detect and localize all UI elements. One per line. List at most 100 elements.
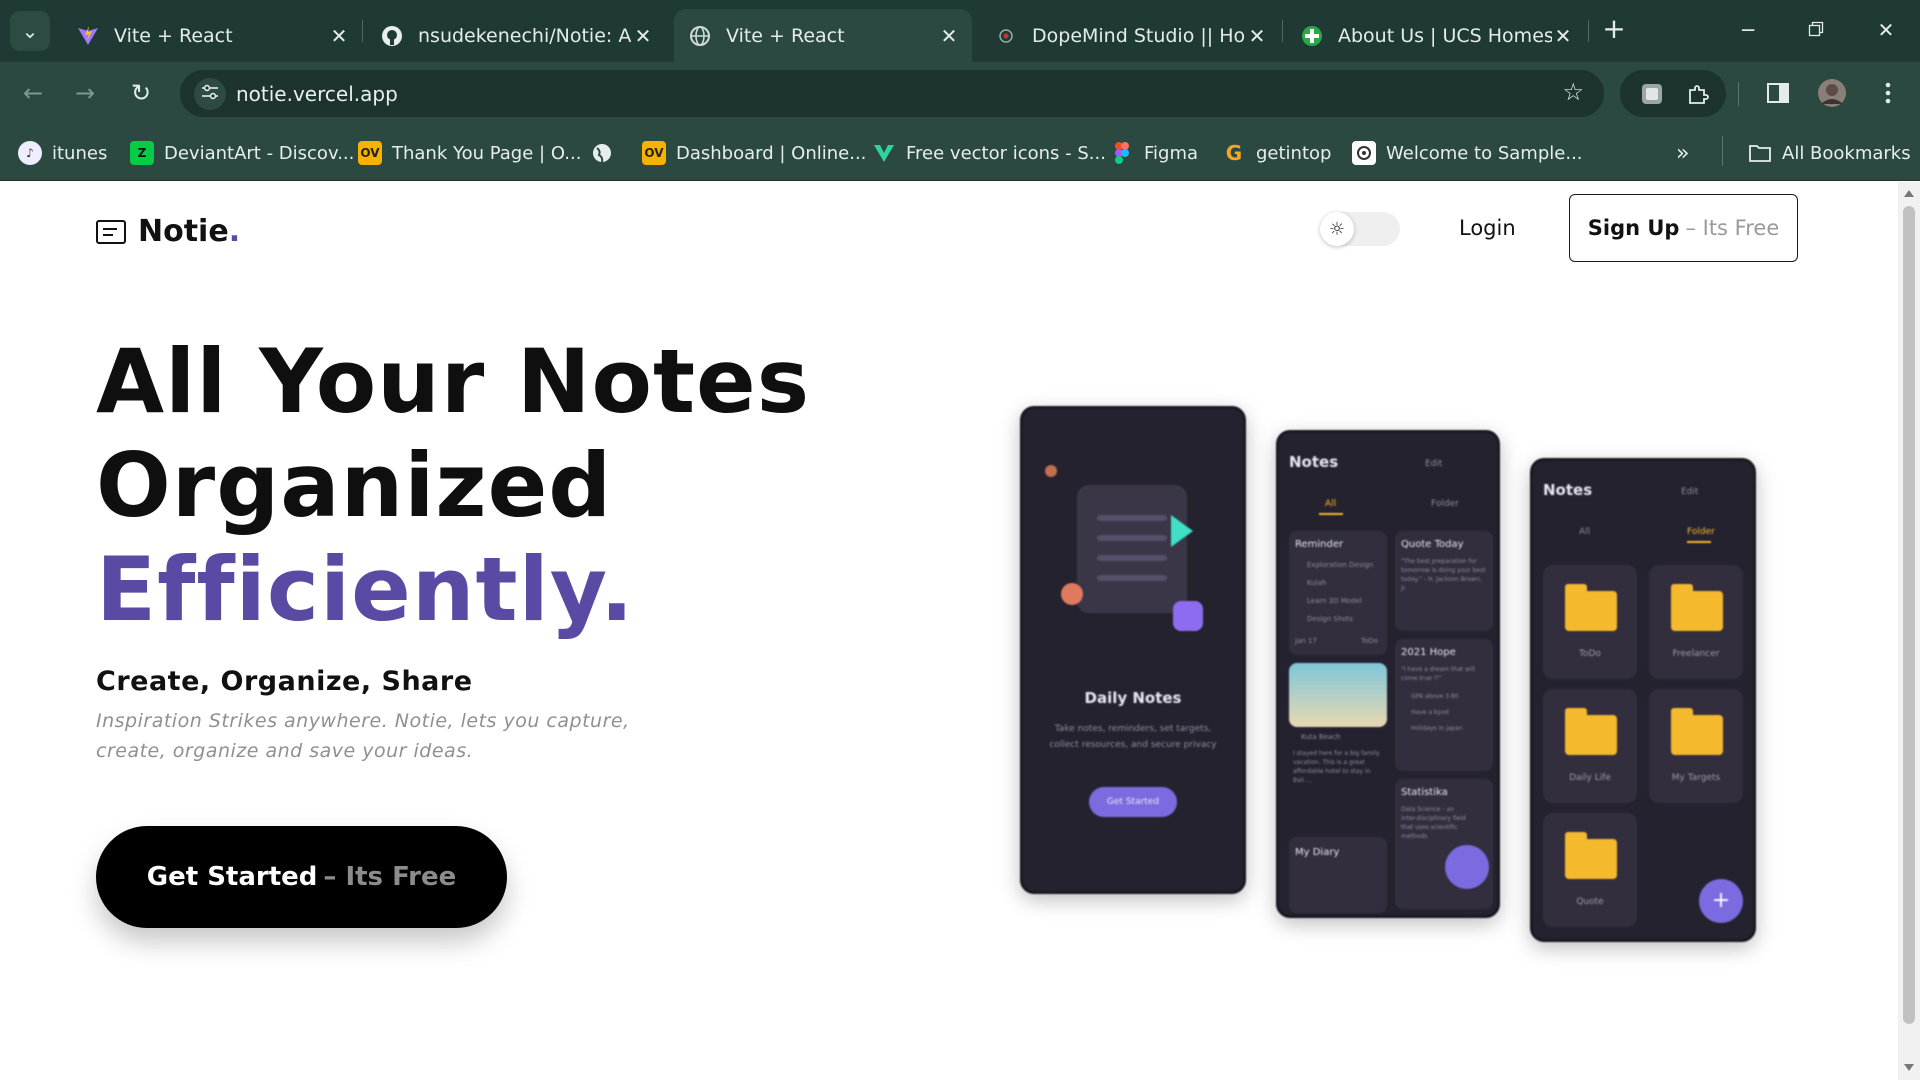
side-panel-icon[interactable] xyxy=(1760,75,1796,111)
bookmark-label: Free vector icons - S... xyxy=(906,142,1106,164)
bookmark-figma[interactable]: Figma xyxy=(1110,139,1198,167)
bookmark-star-icon[interactable]: ☆ xyxy=(1562,78,1584,106)
close-icon[interactable]: ✕ xyxy=(632,24,654,48)
forward-button[interactable]: → xyxy=(66,74,104,112)
url-text[interactable]: notie.vercel.app xyxy=(236,82,398,106)
tab-github-notie[interactable]: nsudekenechi/Notie: An ✕ xyxy=(366,9,666,62)
planet-icon xyxy=(1045,465,1057,477)
cta-sublabel: – Its Free xyxy=(323,862,457,892)
github-icon xyxy=(380,24,404,48)
statistika-card: Statistika Data Science - an inter-disci… xyxy=(1395,779,1493,909)
back-button[interactable]: ← xyxy=(14,74,52,112)
all-bookmarks-button[interactable]: All Bookmarks xyxy=(1748,139,1911,167)
site-info-button[interactable] xyxy=(194,78,226,110)
plus-icon: + xyxy=(1602,12,1626,45)
bookmark-dashboard[interactable]: OV Dashboard | Online... xyxy=(642,139,866,167)
tab-title: nsudekenechi/Notie: An xyxy=(418,24,632,47)
phone2-title: Notes xyxy=(1289,453,1339,471)
bookmark-label: Figma xyxy=(1144,142,1199,164)
tab-divider xyxy=(362,20,363,42)
arrow-left-icon: ← xyxy=(22,79,44,107)
hope-card: 2021 Hope "I have a dream that will come… xyxy=(1395,639,1493,771)
bookmark-deviantart[interactable]: Z DeviantArt - Discov... xyxy=(130,139,354,167)
tab-divider xyxy=(1282,20,1283,42)
web-page: Notie . ☼ Login Sign Up – Its Free All Y… xyxy=(0,182,1898,1080)
avatar[interactable] xyxy=(1814,75,1850,111)
minimize-button[interactable]: ─ xyxy=(1728,12,1768,48)
tab-title: Vite + React xyxy=(726,24,845,47)
phone3-edit: Edit xyxy=(1681,487,1699,497)
phone-mockup-onboarding: Daily Notes Take notes, reminders, set t… xyxy=(1020,406,1246,894)
cta-label: Get Started xyxy=(146,862,318,892)
tab-underline xyxy=(1687,541,1711,543)
new-tab-button[interactable]: + xyxy=(1598,14,1630,46)
bookmark-free-vector-icons[interactable]: Free vector icons - S... xyxy=(872,139,1106,167)
globe-icon xyxy=(590,141,614,165)
tab-search-button[interactable]: ⌄ xyxy=(10,11,50,51)
page-scrollbar[interactable] xyxy=(1898,182,1920,1080)
deviantart-icon: Z xyxy=(130,141,154,165)
hero-title-line-2: Organized xyxy=(96,434,613,537)
close-icon[interactable]: ✕ xyxy=(1552,24,1574,48)
reminder-card: Reminder Exploration Design Kulah Learn … xyxy=(1289,531,1387,655)
hero-title-line-3: Efficiently. xyxy=(96,538,635,641)
chevron-double-right-icon: » xyxy=(1676,140,1690,166)
scroll-up-icon[interactable] xyxy=(1904,190,1914,197)
dopemind-icon xyxy=(994,24,1018,48)
folder-card: Quote xyxy=(1543,813,1637,927)
restore-icon xyxy=(1808,18,1824,42)
bookmarks-overflow-button[interactable]: » xyxy=(1676,139,1689,167)
edit-icon xyxy=(1173,601,1203,631)
figma-icon xyxy=(1110,141,1134,165)
tab-dopemind[interactable]: DopeMind Studio || Hom ✕ xyxy=(980,9,1280,62)
phone1-title: Daily Notes xyxy=(1084,689,1182,707)
diary-title: My Diary xyxy=(1295,847,1340,858)
tab-vite-react-1[interactable]: Vite + React ✕ xyxy=(62,9,362,62)
tab-title: About Us | UCS Homes xyxy=(1338,24,1552,47)
reload-icon: ↻ xyxy=(130,79,152,107)
sample-icon xyxy=(1352,141,1376,165)
scroll-down-icon[interactable] xyxy=(1904,1064,1914,1071)
scrollbar-thumb[interactable] xyxy=(1903,206,1915,1024)
bookmark-getintop[interactable]: G getintop xyxy=(1222,139,1332,167)
reminder-item: Learn 3D Model xyxy=(1307,597,1362,605)
reminder-title: Reminder xyxy=(1295,539,1344,550)
puzzle-icon[interactable] xyxy=(1680,76,1716,112)
login-link[interactable]: Login xyxy=(1459,216,1516,240)
phone3-tab-all: All xyxy=(1579,527,1591,537)
bookmark-itunes[interactable]: ♪ itunes xyxy=(18,139,107,167)
close-window-button[interactable]: ✕ xyxy=(1866,12,1906,48)
phone2-tab-all: All xyxy=(1325,499,1337,509)
ov-icon: OV xyxy=(358,141,382,165)
beach-photo xyxy=(1289,663,1387,727)
beach-label: Kuta Beach xyxy=(1301,733,1341,741)
play-icon xyxy=(1171,515,1193,547)
bookmarks-bar: ♪ itunes Z DeviantArt - Discov... OV Tha… xyxy=(0,125,1920,181)
extension-app-icon[interactable] xyxy=(1634,76,1670,112)
close-icon[interactable]: ✕ xyxy=(1246,24,1268,48)
globe-icon xyxy=(688,24,712,48)
notepad-illustration xyxy=(1077,485,1187,613)
bookmark-welcome-sample[interactable]: Welcome to Sample... xyxy=(1352,139,1583,167)
tab-vite-react-active[interactable]: Vite + React ✕ xyxy=(674,9,972,62)
restore-button[interactable] xyxy=(1796,12,1836,48)
folder-card: Freelancer xyxy=(1649,565,1743,679)
close-icon[interactable]: ✕ xyxy=(328,24,350,48)
close-icon[interactable]: ✕ xyxy=(938,24,960,48)
theme-toggle[interactable]: ☼ xyxy=(1320,212,1400,246)
phone1-get-started-button: Get Started xyxy=(1089,787,1177,817)
statistika-text: Data Science - an inter-disciplinary fie… xyxy=(1401,806,1466,840)
tab-strip: ⌄ Vite + React ✕ nsudekenechi/Notie: An … xyxy=(0,0,1920,62)
bookmark-globe[interactable] xyxy=(590,139,624,167)
extensions-group xyxy=(1620,70,1726,117)
get-started-button[interactable]: Get Started – Its Free xyxy=(96,826,507,928)
folder-label: Daily Life xyxy=(1569,773,1611,783)
site-logo[interactable]: Notie . xyxy=(96,214,240,249)
reload-button[interactable]: ↻ xyxy=(122,74,160,112)
logo-dot: . xyxy=(228,214,241,249)
address-bar[interactable]: notie.vercel.app ☆ xyxy=(180,70,1604,117)
signup-button[interactable]: Sign Up – Its Free xyxy=(1569,194,1798,262)
tab-ucs-homes[interactable]: About Us | UCS Homes ✕ xyxy=(1286,9,1586,62)
more-menu-icon[interactable] xyxy=(1870,75,1906,111)
bookmark-thank-you[interactable]: OV Thank You Page | O... xyxy=(358,139,581,167)
